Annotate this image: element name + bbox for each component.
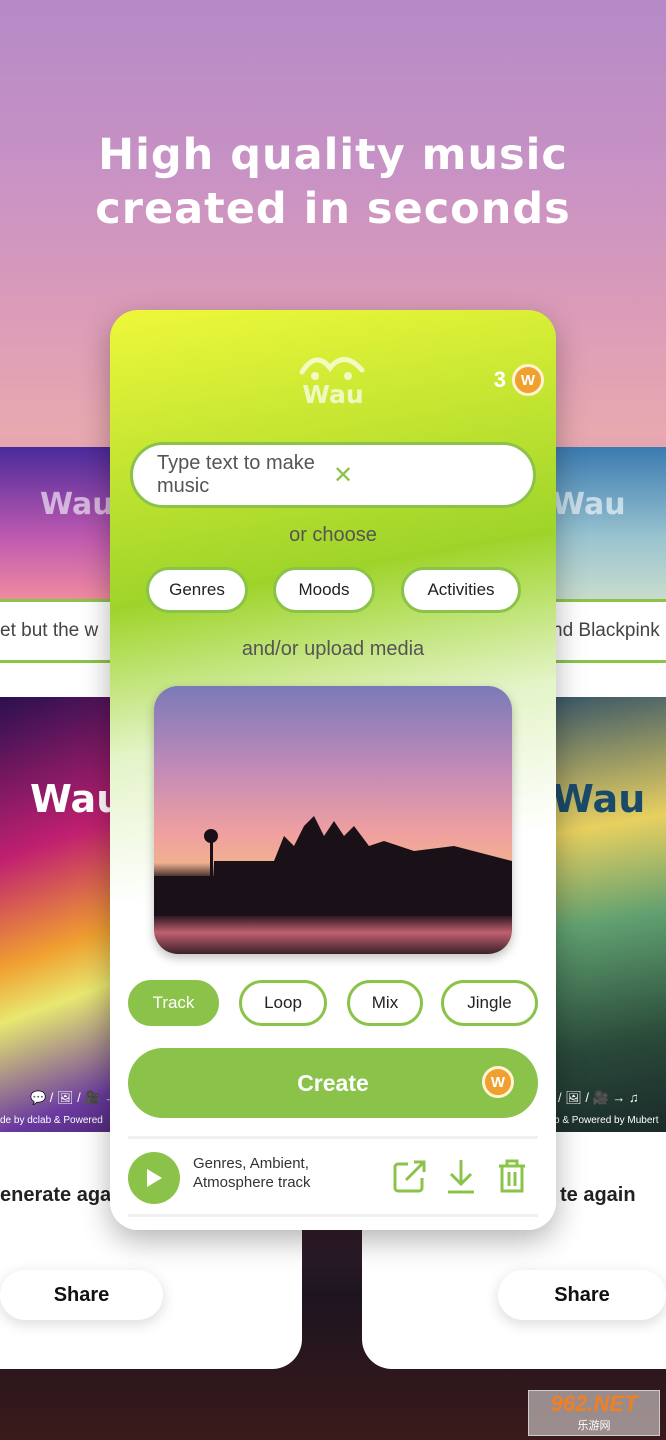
type-mix-chip[interactable]: Mix — [347, 980, 423, 1026]
wau-logo: Wau — [40, 487, 114, 522]
media-icons: 💬 / 🖼 / 🎥 → — [30, 1090, 118, 1105]
download-icon[interactable] — [444, 1158, 478, 1194]
credits-counter[interactable]: 3 W — [494, 364, 544, 396]
headline: High quality music created in seconds — [0, 128, 666, 236]
divider — [128, 1136, 538, 1139]
type-jingle-chip[interactable]: Jingle — [441, 980, 538, 1026]
headline-line-2: created in seconds — [95, 184, 571, 234]
media-icons: / 🖼 / 🎥 → ♫ — [558, 1090, 639, 1105]
delete-icon[interactable] — [496, 1158, 528, 1194]
uploaded-media-image[interactable] — [154, 686, 512, 954]
activities-chip[interactable]: Activities — [401, 567, 521, 613]
wau-logo-text: Wau — [302, 380, 364, 409]
play-button[interactable] — [128, 1152, 180, 1204]
share-button-left[interactable]: Share — [0, 1270, 163, 1320]
music-creator-card: Wau 3 W Type text to make music ✕ or cho… — [110, 310, 556, 1230]
play-icon — [147, 1169, 162, 1187]
create-label: Create — [297, 1069, 369, 1096]
wau-wave-icon — [299, 357, 365, 380]
track-title-line-2: Atmosphere track — [193, 1174, 311, 1191]
prompt-placeholder: Type text to make music — [157, 452, 315, 497]
credits-count: 3 — [493, 367, 506, 392]
wau-logo: Wau — [552, 487, 626, 522]
watermark: 962.NET 乐游网 — [528, 1390, 660, 1436]
coin-icon: W — [512, 364, 544, 396]
or-choose-label: or choose — [289, 524, 377, 546]
moods-chip[interactable]: Moods — [273, 567, 375, 613]
track-title: Genres, Ambient, Atmosphere track — [193, 1154, 311, 1192]
wau-logo: Wau — [552, 777, 646, 821]
clear-icon[interactable]: ✕ — [333, 461, 509, 490]
music-prompt-input[interactable]: Type text to make music ✕ — [130, 442, 536, 508]
share-button-right[interactable]: Share — [498, 1270, 666, 1320]
watermark-subtext: 乐游网 — [577, 1420, 611, 1432]
divider — [128, 1214, 538, 1217]
watermark-text: 962.NET — [550, 1391, 638, 1416]
credit-text: b & Powered by Mubert — [554, 1115, 659, 1126]
headline-line-1: High quality music — [98, 130, 568, 180]
type-loop-chip[interactable]: Loop — [239, 980, 327, 1026]
upload-media-label: and/or upload media — [241, 638, 425, 660]
type-track-chip[interactable]: Track — [128, 980, 219, 1026]
genres-chip[interactable]: Genres — [146, 567, 248, 613]
temple-silhouette — [154, 816, 512, 916]
credit-text: de by dclab & Powered — [0, 1115, 103, 1126]
coin-icon: W — [482, 1066, 514, 1098]
create-button[interactable]: Create W — [128, 1048, 538, 1118]
share-icon[interactable] — [392, 1158, 428, 1194]
track-title-line-1: Genres, Ambient, — [193, 1155, 309, 1172]
